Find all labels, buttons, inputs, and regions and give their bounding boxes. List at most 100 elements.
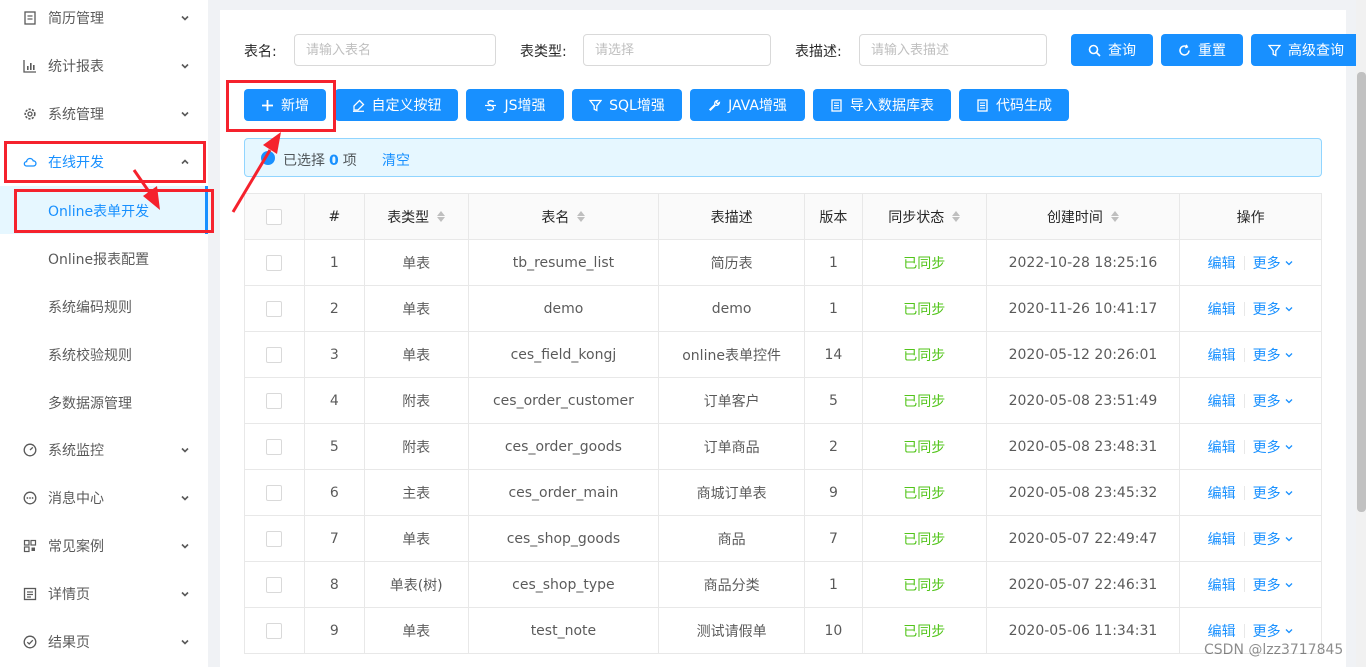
- row-checkbox[interactable]: [266, 300, 283, 317]
- clear-selection-link[interactable]: 清空: [382, 150, 410, 170]
- scrollbar-thumb[interactable]: [1357, 72, 1366, 512]
- edit-link[interactable]: 编辑: [1208, 437, 1236, 457]
- header-label: 创建时间: [1046, 209, 1103, 226]
- sidebar-subitem-code-rules[interactable]: 系统编码规则: [0, 282, 208, 330]
- sql-enhance-button[interactable]: SQL增强: [572, 89, 682, 121]
- sidebar-item-detail[interactable]: 详情页: [0, 570, 208, 618]
- row-index: 2: [329, 300, 339, 317]
- row-checkbox[interactable]: [266, 438, 283, 455]
- header-name[interactable]: 表名: [469, 194, 660, 239]
- header-sync-status[interactable]: 同步状态: [863, 194, 987, 239]
- row-checkbox[interactable]: [266, 622, 283, 639]
- header-created-time[interactable]: 创建时间: [987, 194, 1181, 239]
- row-desc: 测试请假单: [696, 623, 767, 640]
- row-checkbox[interactable]: [266, 576, 283, 593]
- sidebar-item-result[interactable]: 结果页: [0, 618, 208, 666]
- more-dropdown[interactable]: 更多: [1253, 437, 1294, 457]
- sidebar-item-messages[interactable]: 消息中心: [0, 474, 208, 522]
- more-dropdown[interactable]: 更多: [1253, 391, 1294, 411]
- row-index-cell: 1: [305, 240, 365, 285]
- edit-link[interactable]: 编辑: [1208, 575, 1236, 595]
- custom-button-button[interactable]: 自定义按钮: [335, 89, 458, 121]
- row-version-cell: 1: [805, 562, 863, 607]
- profile-icon: [23, 587, 37, 601]
- table-name-input[interactable]: [294, 34, 496, 66]
- sort-icon[interactable]: [952, 211, 961, 222]
- reset-button[interactable]: 重置: [1161, 34, 1243, 66]
- table-desc-input[interactable]: [859, 34, 1047, 66]
- sidebar-subitem-datasource[interactable]: 多数据源管理: [0, 378, 208, 426]
- header-type[interactable]: 表类型: [365, 194, 469, 239]
- table-type-select[interactable]: [583, 34, 771, 66]
- reset-button-label: 重置: [1198, 43, 1226, 59]
- sort-icon[interactable]: [577, 211, 586, 222]
- edit-link[interactable]: 编辑: [1208, 299, 1236, 319]
- edit-link[interactable]: 编辑: [1208, 529, 1236, 549]
- query-button[interactable]: 查询: [1071, 34, 1153, 66]
- check-circle-icon: [23, 635, 37, 649]
- sidebar-item-resume[interactable]: 简历管理: [0, 0, 208, 42]
- more-dropdown[interactable]: 更多: [1253, 299, 1294, 319]
- more-dropdown[interactable]: 更多: [1253, 575, 1294, 595]
- row-checkbox[interactable]: [266, 346, 283, 363]
- sort-icon[interactable]: [437, 211, 446, 222]
- chevron-down-icon: [1285, 490, 1293, 495]
- row-version-cell: 1: [805, 286, 863, 331]
- sidebar-item-monitor[interactable]: 系统监控: [0, 426, 208, 474]
- sidebar-subitem-check-rules[interactable]: 系统校验规则: [0, 330, 208, 378]
- row-select-cell: [245, 424, 305, 469]
- select-all-checkbox[interactable]: [266, 208, 283, 225]
- row-checkbox[interactable]: [266, 254, 283, 271]
- edit-link[interactable]: 编辑: [1208, 391, 1236, 411]
- container-icon: [977, 98, 988, 112]
- row-created-time: 2020-05-08 23:48:31: [1008, 438, 1158, 455]
- row-desc: 订单客户: [703, 393, 760, 410]
- sort-icon[interactable]: [1110, 211, 1119, 222]
- row-created-time: 2020-05-07 22:46:31: [1008, 576, 1158, 593]
- more-dropdown[interactable]: 更多: [1253, 345, 1294, 365]
- sidebar-subitem-label: 系统校验规则: [48, 348, 132, 364]
- row-created-time-cell: 2020-05-08 23:48:31: [987, 424, 1181, 469]
- sidebar-item-online-dev[interactable]: 在线开发: [0, 138, 208, 186]
- row-sync-status: 已同步: [903, 623, 946, 640]
- edit-link[interactable]: 编辑: [1208, 253, 1236, 273]
- row-version-cell: 1: [805, 240, 863, 285]
- table-row: 9 单表 test_note 测试请假单 10 已同步 2020-05-06 11:34:3…: [245, 608, 1321, 654]
- row-name: ces_shop_type: [512, 576, 615, 593]
- sidebar-item-reports[interactable]: 统计报表: [0, 42, 208, 90]
- import-db-table-button[interactable]: 导入数据库表: [813, 89, 951, 121]
- row-name: test_note: [530, 622, 597, 639]
- sidebar-item-system[interactable]: 系统管理: [0, 90, 208, 138]
- more-dropdown[interactable]: 更多: [1253, 253, 1294, 273]
- row-desc-cell: 简历表: [659, 240, 805, 285]
- sidebar-item-cases[interactable]: 常见案例: [0, 522, 208, 570]
- more-dropdown[interactable]: 更多: [1253, 621, 1294, 641]
- row-sync-status-cell: 已同步: [863, 378, 987, 423]
- code-generate-button[interactable]: 代码生成: [959, 89, 1069, 121]
- table-header-row: # 表类型 表名 表描述 版本 同步状态 创建时间 操作: [245, 194, 1321, 240]
- row-index-cell: 9: [305, 608, 365, 653]
- js-enhance-button[interactable]: JS增强: [466, 89, 564, 121]
- row-select-cell: [245, 286, 305, 331]
- edit-link[interactable]: 编辑: [1208, 345, 1236, 365]
- edit-link[interactable]: 编辑: [1208, 621, 1236, 641]
- sidebar-subitem-online-form[interactable]: Online表单开发: [0, 186, 208, 234]
- row-type-cell: 附表: [365, 378, 469, 423]
- more-dropdown[interactable]: 更多: [1253, 483, 1294, 503]
- more-dropdown[interactable]: 更多: [1253, 529, 1294, 549]
- header-label: 表名: [541, 209, 570, 226]
- row-type: 附表: [402, 439, 431, 456]
- header-desc: 表描述: [659, 194, 805, 239]
- row-checkbox[interactable]: [266, 484, 283, 501]
- row-checkbox[interactable]: [266, 530, 283, 547]
- add-button[interactable]: 新增: [244, 89, 326, 121]
- row-checkbox[interactable]: [266, 392, 283, 409]
- sidebar-item-label: 统计报表: [48, 59, 104, 75]
- edit-link[interactable]: 编辑: [1208, 483, 1236, 503]
- advanced-query-button[interactable]: 高级查询: [1251, 34, 1361, 66]
- java-enhance-button[interactable]: JAVA增强: [690, 89, 805, 121]
- reload-icon: [1179, 43, 1190, 56]
- more-label: 更多: [1252, 439, 1281, 456]
- row-version: 1: [828, 576, 838, 593]
- sidebar-subitem-online-report[interactable]: Online报表配置: [0, 234, 208, 282]
